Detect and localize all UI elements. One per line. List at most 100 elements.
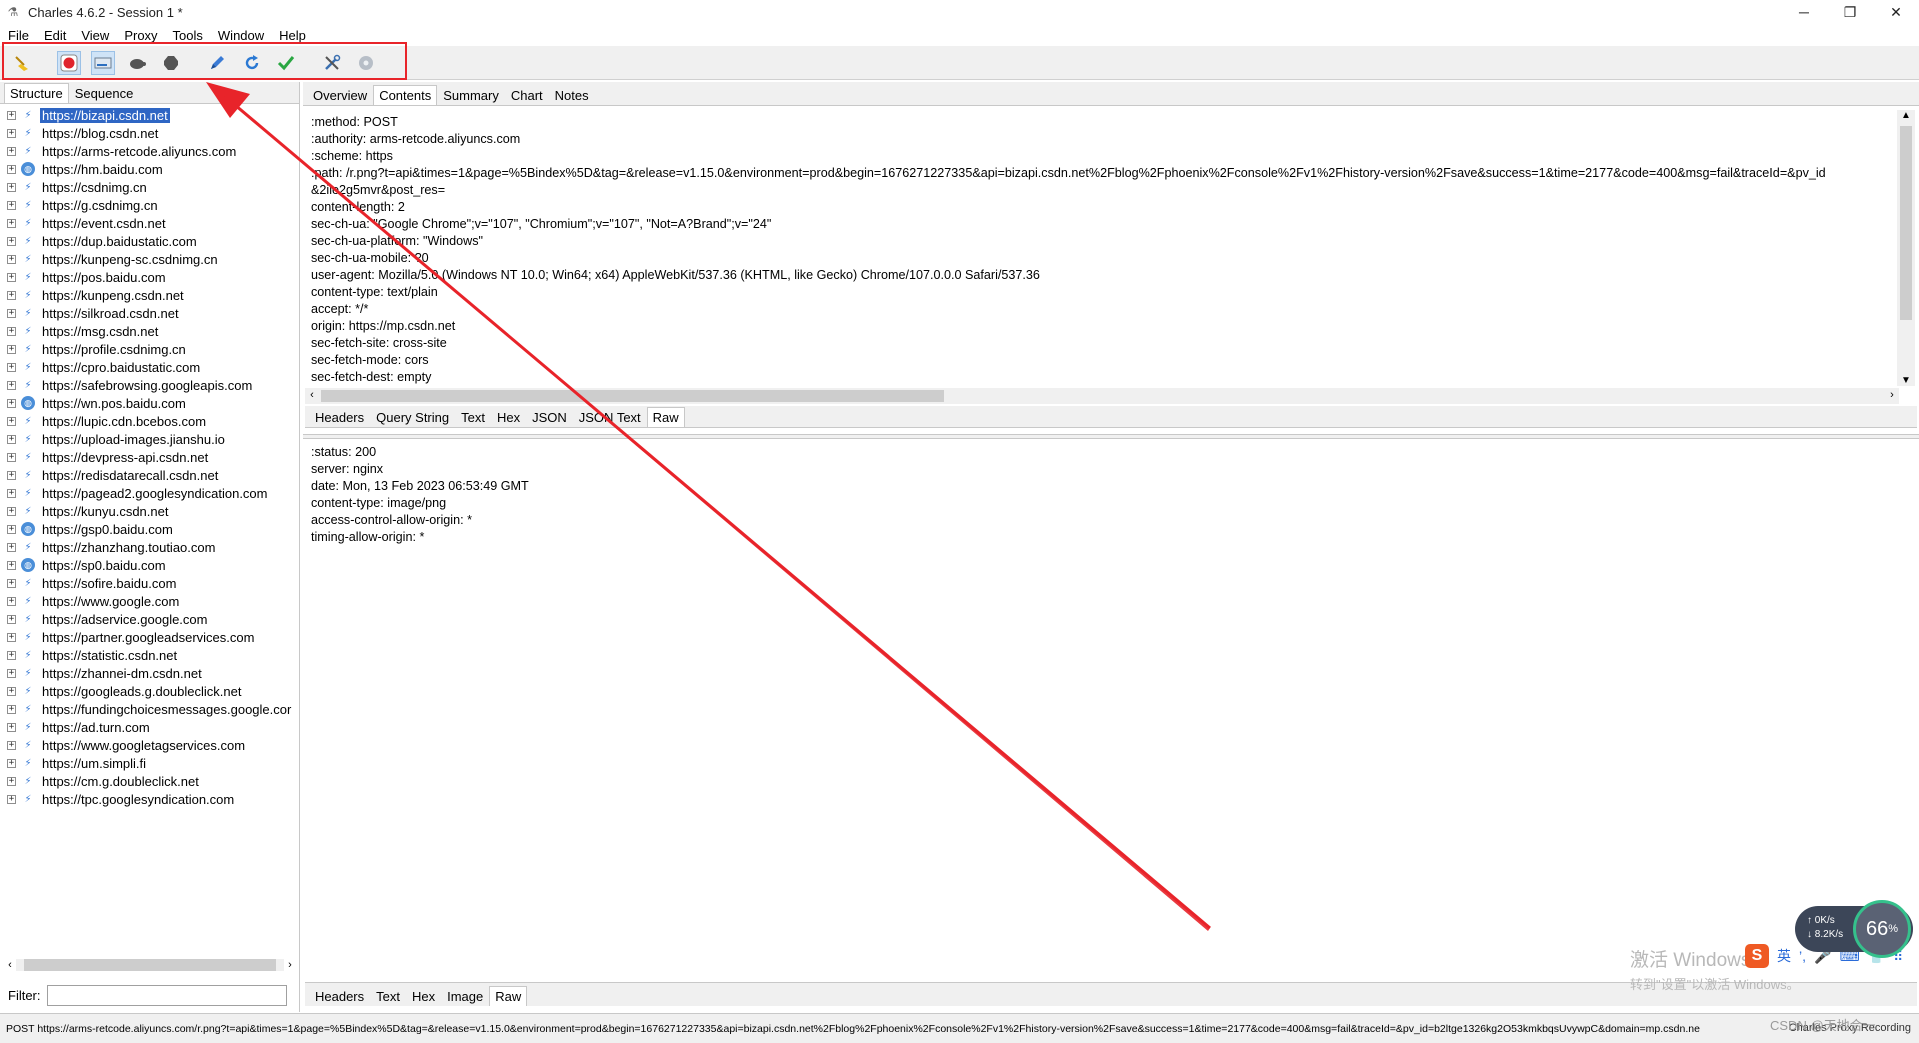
tree-row[interactable]: + ⚡ https://lupic.cdn.bcebos.com (0, 412, 300, 430)
tab-structure[interactable]: Structure (4, 83, 69, 103)
scroll-right-icon[interactable]: › (1885, 389, 1899, 401)
tree-host-label[interactable]: https://profile.csdnimg.cn (40, 342, 188, 357)
tree-row[interactable]: + ⚡ https://www.googletagservices.com (0, 736, 300, 754)
menu-help[interactable]: Help (279, 28, 306, 43)
expand-icon[interactable]: + (7, 236, 16, 246)
scroll-thumb[interactable] (24, 959, 276, 971)
tree-host-label[interactable]: https://zhanzhang.toutiao.com (40, 540, 217, 555)
menu-edit[interactable]: Edit (44, 28, 66, 43)
expand-icon[interactable]: + (7, 398, 16, 408)
tree-host-label[interactable]: https://csdnimg.cn (40, 180, 149, 195)
settings-button[interactable] (354, 51, 378, 75)
expand-icon[interactable]: + (7, 290, 16, 300)
tree-row[interactable]: + ⚡ https://redisdatarecall.csdn.net (0, 466, 300, 484)
expand-icon[interactable]: + (7, 146, 16, 156)
tree-row[interactable]: + ⚡ https://msg.csdn.net (0, 322, 300, 340)
tree-host-label[interactable]: https://hm.baidu.com (40, 162, 165, 177)
menu-proxy[interactable]: Proxy (124, 28, 157, 43)
tree-row[interactable]: + ⚡ https://googleads.g.doubleclick.net (0, 682, 300, 700)
tree-host-label[interactable]: https://kunpeng-sc.csdnimg.cn (40, 252, 220, 267)
tree-host-label[interactable]: https://bizapi.csdn.net (40, 107, 170, 123)
scroll-left-icon[interactable]: ‹ (305, 389, 319, 401)
expand-icon[interactable]: + (7, 470, 16, 480)
stop-button[interactable] (159, 51, 183, 75)
clear-session-button[interactable] (10, 51, 34, 75)
tree-row[interactable]: + ⚡ https://statistic.csdn.net (0, 646, 300, 664)
tree-host-label[interactable]: https://adservice.google.com (40, 612, 209, 627)
expand-icon[interactable]: + (7, 704, 16, 714)
expand-icon[interactable]: + (7, 182, 16, 192)
tab-request-query-string[interactable]: Query String (370, 407, 455, 427)
request-horizontal-scrollbar[interactable]: ‹ › (305, 388, 1899, 404)
tree-row[interactable]: + ⚡ https://cpro.baidustatic.com (0, 358, 300, 376)
expand-icon[interactable]: + (7, 434, 16, 444)
tree-row[interactable]: + ⚡ https://arms-retcode.aliyuncs.com (0, 142, 300, 160)
expand-icon[interactable]: + (7, 416, 16, 426)
tree-row[interactable]: + ⚡ https://dup.baidustatic.com (0, 232, 300, 250)
tree-row[interactable]: + ⚡ https://kunpeng.csdn.net (0, 286, 300, 304)
tree-host-label[interactable]: https://event.csdn.net (40, 216, 168, 231)
tree-row[interactable]: + ⚡ https://devpress-api.csdn.net (0, 448, 300, 466)
scroll-thumb[interactable] (1900, 126, 1912, 320)
tree-row[interactable]: + ⚡ https://adservice.google.com (0, 610, 300, 628)
filter-input[interactable] (46, 984, 287, 1006)
punctuation-icon[interactable]: ’, (1799, 948, 1806, 964)
expand-icon[interactable]: + (7, 740, 16, 750)
tree-host-label[interactable]: https://um.simpli.fi (40, 756, 148, 771)
scroll-thumb[interactable] (321, 390, 944, 402)
expand-icon[interactable]: + (7, 632, 16, 642)
tree-host-label[interactable]: https://upload-images.jianshu.io (40, 432, 227, 447)
tab-sequence[interactable]: Sequence (69, 83, 140, 103)
expand-icon[interactable]: + (7, 344, 16, 354)
restore-button[interactable]: ❐ (1827, 0, 1873, 24)
validate-button[interactable] (274, 51, 298, 75)
expand-icon[interactable]: + (7, 362, 16, 372)
expand-icon[interactable]: + (7, 686, 16, 696)
tab-response-headers[interactable]: Headers (309, 986, 370, 1006)
throttle-button[interactable] (91, 51, 115, 75)
tree-row[interactable]: + ◍ https://sp0.baidu.com (0, 556, 300, 574)
scroll-down-icon[interactable]: ▼ (1897, 375, 1915, 386)
tab-response-hex[interactable]: Hex (406, 986, 441, 1006)
tree-row[interactable]: + ⚡ https://fundingchoicesmessages.google.… (0, 700, 300, 718)
menu-file[interactable]: File (8, 28, 29, 43)
ime-mode[interactable]: 英 (1777, 946, 1791, 966)
tree-row[interactable]: + ⚡ https://bizapi.csdn.net (0, 106, 300, 124)
record-button[interactable] (57, 51, 81, 75)
expand-icon[interactable]: + (7, 578, 16, 588)
close-button[interactable]: ✕ (1873, 0, 1919, 24)
tree-row[interactable]: + ⚡ https://tpc.googlesyndication.com (0, 790, 300, 808)
tree-row[interactable]: + ◍ https://hm.baidu.com (0, 160, 300, 178)
pane-splitter[interactable] (303, 434, 1919, 439)
tree-host-label[interactable]: https://redisdatarecall.csdn.net (40, 468, 220, 483)
tree-row[interactable]: + ⚡ https://partner.googleadservices.com (0, 628, 300, 646)
expand-icon[interactable]: + (7, 200, 16, 210)
tree-host-label[interactable]: https://googleads.g.doubleclick.net (40, 684, 243, 699)
tab-request-json[interactable]: JSON (526, 407, 573, 427)
tree-row[interactable]: + ⚡ https://event.csdn.net (0, 214, 300, 232)
expand-icon[interactable]: + (7, 758, 16, 768)
tree-host-label[interactable]: https://statistic.csdn.net (40, 648, 179, 663)
tree-host-label[interactable]: https://sofire.baidu.com (40, 576, 178, 591)
expand-icon[interactable]: + (7, 794, 16, 804)
tree-host-label[interactable]: https://kunyu.csdn.net (40, 504, 170, 519)
tree-host-label[interactable]: https://zhannei-dm.csdn.net (40, 666, 204, 681)
tree-row[interactable]: + ⚡ https://um.simpli.fi (0, 754, 300, 772)
scroll-left-icon[interactable]: ‹ (4, 959, 16, 971)
repeat-button[interactable] (240, 51, 264, 75)
expand-icon[interactable]: + (7, 542, 16, 552)
tab-request-text[interactable]: Text (455, 407, 491, 427)
tree-host-label[interactable]: https://pagead2.googlesyndication.com (40, 486, 270, 501)
tree-row[interactable]: + ⚡ https://kunpeng-sc.csdnimg.cn (0, 250, 300, 268)
tab-request-hex[interactable]: Hex (491, 407, 526, 427)
expand-icon[interactable]: + (7, 164, 16, 174)
tree-host-label[interactable]: https://partner.googleadservices.com (40, 630, 256, 645)
tree-host-label[interactable]: https://safebrowsing.googleapis.com (40, 378, 254, 393)
tree-row[interactable]: + ⚡ https://csdnimg.cn (0, 178, 300, 196)
tab-response-text[interactable]: Text (370, 986, 406, 1006)
tree-host-label[interactable]: https://blog.csdn.net (40, 126, 160, 141)
tab-contents[interactable]: Contents (373, 85, 438, 105)
tree-row[interactable]: + ⚡ https://zhanzhang.toutiao.com (0, 538, 300, 556)
request-vertical-scrollbar[interactable]: ▲ ▼ (1897, 110, 1915, 386)
minimize-button[interactable]: ─ (1781, 0, 1827, 24)
